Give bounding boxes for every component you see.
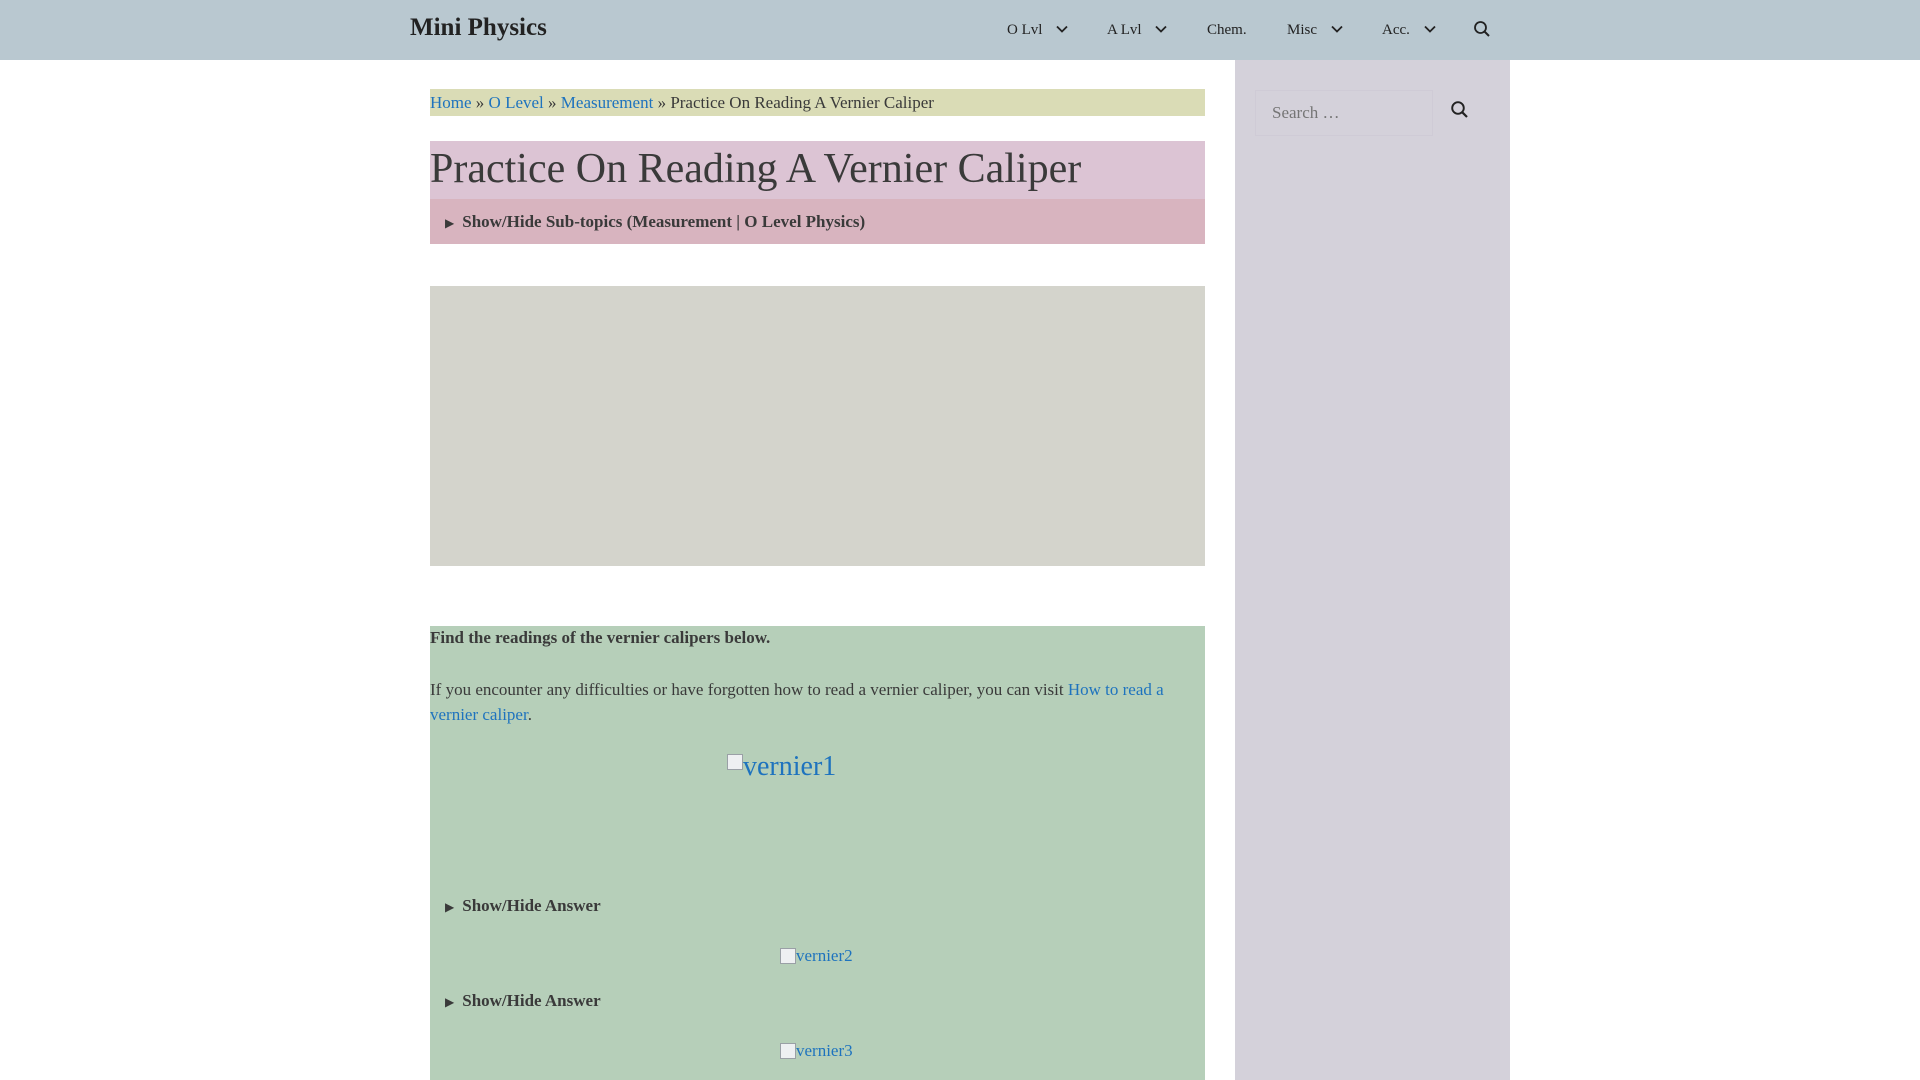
- broken-image-icon: [780, 1043, 796, 1059]
- answer-toggle-label: Show/Hide Answer: [462, 991, 601, 1010]
- intro-end: .: [527, 705, 532, 724]
- chevron-down-icon: [1424, 25, 1436, 33]
- breadcrumb: Home » O Level » Measurement » Practice …: [430, 89, 1205, 116]
- subtopics-toggle-label: Show/Hide Sub-topics (Measurement | O Le…: [462, 212, 866, 231]
- breadcrumb-link-home[interactable]: Home: [430, 93, 472, 112]
- nav-item-chem[interactable]: Chem.: [1207, 20, 1247, 40]
- chevron-down-icon: [1331, 25, 1343, 33]
- intro-paragraph: If you encounter any difficulties or hav…: [430, 677, 1205, 727]
- breadcrumb-link-measurement[interactable]: Measurement: [561, 93, 654, 112]
- nav-item-misc[interactable]: Misc: [1287, 20, 1343, 40]
- site-title[interactable]: Mini Physics: [410, 14, 547, 42]
- image-alt-text: vernier2: [796, 946, 853, 965]
- nav-item-label: Chem.: [1207, 22, 1247, 38]
- breadcrumb-separator: »: [475, 93, 485, 112]
- intro-heading: Find the readings of the vernier caliper…: [430, 628, 771, 647]
- answer-toggle-label: Show/Hide Answer: [462, 896, 601, 915]
- chevron-down-icon: [1155, 25, 1167, 33]
- search-submit-button[interactable]: [1450, 100, 1476, 126]
- nav-item-label: O Lvl: [1007, 22, 1043, 38]
- breadcrumb-link-o-level[interactable]: O Level: [489, 93, 544, 112]
- vernier1-image[interactable]: vernier1: [727, 752, 836, 782]
- chevron-down-icon: [1056, 25, 1068, 33]
- answer-toggle-1[interactable]: ▶ Show/Hide Answer: [430, 894, 1205, 918]
- vernier3-image[interactable]: vernier3: [780, 1041, 853, 1061]
- nav-item-a-lvl[interactable]: A Lvl: [1107, 20, 1167, 40]
- vernier2-image[interactable]: vernier2: [780, 946, 853, 966]
- page-title: Practice On Reading A Vernier Caliper: [430, 146, 1082, 192]
- breadcrumb-separator: »: [548, 93, 557, 112]
- search-input[interactable]: [1255, 90, 1433, 136]
- intro-text: If you encounter any difficulties or hav…: [430, 680, 1068, 699]
- disclosure-triangle-icon: ▶: [445, 216, 455, 230]
- disclosure-triangle-icon: ▶: [445, 900, 455, 914]
- subtopics-toggle[interactable]: ▶ Show/Hide Sub-topics (Measurement | O L…: [430, 199, 1205, 244]
- sidebar: [1235, 60, 1510, 1080]
- answer-toggle-2[interactable]: ▶ Show/Hide Answer: [430, 989, 1205, 1013]
- title-box: Practice On Reading A Vernier Caliper: [430, 141, 1205, 199]
- site-header: Mini Physics O Lvl A Lvl Chem. Misc Acc.: [0, 0, 1920, 60]
- image-alt-text: vernier1: [743, 751, 837, 782]
- search-icon[interactable]: [1473, 20, 1493, 40]
- breadcrumb-current: Practice On Reading A Vernier Caliper: [670, 93, 934, 112]
- nav-item-acc[interactable]: Acc.: [1382, 20, 1436, 40]
- search-icon: [1451, 101, 1468, 118]
- image-alt-text: vernier3: [796, 1041, 853, 1060]
- breadcrumb-separator: »: [657, 93, 667, 112]
- nav-item-label: Misc: [1287, 22, 1317, 38]
- nav-item-label: A Lvl: [1107, 22, 1142, 38]
- nav-item-label: Acc.: [1382, 22, 1410, 38]
- broken-image-icon: [727, 754, 743, 770]
- disclosure-triangle-icon: ▶: [445, 995, 455, 1009]
- broken-image-icon: [780, 948, 796, 964]
- nav-item-o-lvl[interactable]: O Lvl: [1007, 20, 1068, 40]
- article-body: Find the readings of the vernier caliper…: [430, 626, 1205, 1080]
- ad-placeholder: [430, 286, 1205, 566]
